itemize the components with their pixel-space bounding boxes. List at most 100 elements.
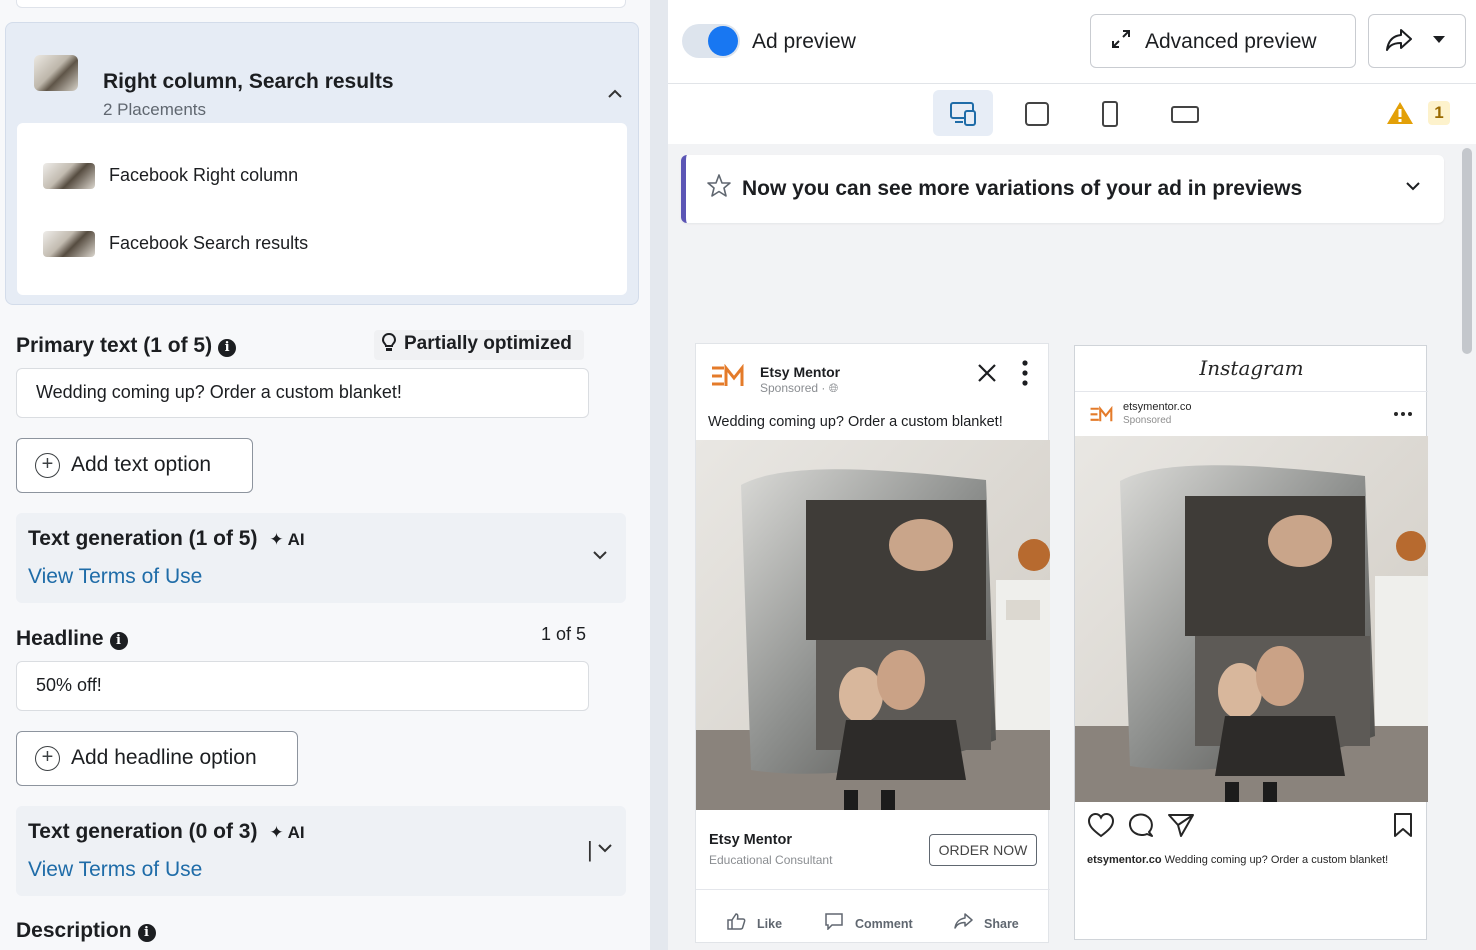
ai-label: AI [287,530,305,549]
previous-section-edge [16,0,626,8]
placement-item-thumbnail [43,231,95,257]
ai-sparkle-icon: ✦ AI [269,530,305,549]
phone-icon [1102,101,1118,127]
notice-message: Now you can see more variations of your … [742,177,1303,200]
ai-label: AI [287,823,305,842]
share-arrow-icon [1385,27,1413,60]
placement-group-card: Right column, Search results 2 Placement… [5,22,639,305]
multi-device-icon [950,102,976,126]
fb-sponsored-label: Sponsored · 🌐︎ [760,381,838,396]
caret-down-icon [1431,31,1447,52]
text-generation-title-text: Text generation (1 of 5) [28,527,258,550]
comment-button[interactable]: Comment [824,912,913,935]
headline-label-text: Headline [16,627,104,650]
ig-action-bar [1087,812,1417,842]
chevron-up-icon[interactable] [604,85,626,107]
advanced-preview-label: Advanced preview [1145,30,1317,53]
toggle-knob [708,26,738,56]
placement-item-thumbnail [43,163,95,189]
fb-action-bar: Like Comment Share [696,889,1050,944]
text-generation-title: Text generation (1 of 5) ✦ AI [28,527,305,551]
headline-count: 1 of 5 [541,624,587,644]
add-headline-option-button[interactable]: + Add headline option [16,731,298,786]
advanced-preview-button[interactable]: Advanced preview [1090,14,1356,68]
placement-item-right-column[interactable]: Facebook Right column [43,161,443,189]
info-icon[interactable]: i [218,339,237,357]
ig-sponsored-label: Sponsored [1123,415,1172,426]
comment-icon [824,913,849,934]
add-headline-option-label: Add headline option [71,746,257,769]
ig-caption-handle[interactable]: etsymentor.co [1087,854,1162,866]
multi-device-view-button[interactable] [933,90,993,136]
primary-text-label: Primary text (1 of 5) i [16,334,237,358]
globe-icon: 🌐︎ [828,381,839,395]
etsy-mentor-logo [710,363,750,396]
lightbulb-icon [381,332,397,358]
warning-icon[interactable] [1386,100,1414,133]
device-switcher: 1 [668,84,1476,144]
chevron-down-icon[interactable] [591,546,609,569]
placement-item-label: Facebook Right column [109,165,299,185]
text-cursor: | [587,837,593,862]
fb-footer-category: Educational Consultant [709,853,833,867]
square-view-button[interactable] [1007,90,1067,136]
chevron-down-icon[interactable] [596,839,614,862]
heart-icon[interactable] [1087,812,1115,838]
placement-thumbnail [34,55,78,91]
info-icon[interactable]: i [137,924,156,942]
chevron-down-icon[interactable] [1404,177,1422,200]
preview-scrollbar[interactable] [1462,148,1472,354]
more-options-icon[interactable] [1022,360,1028,386]
terms-of-use-link[interactable]: View Terms of Use [28,858,202,882]
info-icon[interactable]: i [109,632,128,650]
etsy-mentor-logo [1089,405,1117,429]
primary-text-label-text: Primary text (1 of 5) [16,334,213,357]
optimization-badge: Partially optimized [374,330,584,360]
description-label: Description i [16,919,156,943]
ig-handle[interactable]: etsymentor.co [1123,401,1191,413]
ig-header: Instagram [1075,346,1428,392]
terms-of-use-link[interactable]: View Terms of Use [28,565,202,589]
fb-page-name[interactable]: Etsy Mentor [760,364,840,380]
placement-count: 2 Placements [103,100,206,119]
placement-item-search-results[interactable]: Facebook Search results [43,229,443,257]
close-icon[interactable] [976,362,998,391]
like-label: Like [757,917,783,931]
plus-circle-icon: + [35,746,60,771]
fb-ad-primary-text: Wedding coming up? Order a custom blanke… [708,414,1003,430]
square-icon [1025,102,1049,126]
fb-ad-image[interactable] [696,440,1050,810]
preview-variations-notice[interactable]: Now you can see more variations of your … [681,155,1444,223]
text-generation-panel[interactable]: Text generation (1 of 5) ✦ AI View Terms … [16,513,626,603]
primary-text-input[interactable]: Wedding coming up? Order a custom blanke… [16,368,589,418]
share-icon [953,913,978,934]
landscape-icon [1171,106,1199,123]
ad-preview-toggle[interactable] [682,24,740,58]
ig-ad-image[interactable] [1075,436,1428,802]
ai-sparkle-icon: ✦ AI [269,823,305,842]
facebook-ad-preview: Etsy Mentor Sponsored · 🌐︎ Wedding comin… [695,343,1050,944]
placement-item-label: Facebook Search results [109,233,309,253]
preview-toolbar: Ad preview Advanced preview [668,0,1476,84]
mobile-view-button[interactable] [1080,90,1140,136]
add-text-option-button[interactable]: + Add text option [16,438,253,493]
bookmark-icon[interactable] [1391,812,1415,838]
panel-divider[interactable] [650,0,668,950]
description-label-text: Description [16,919,132,942]
text-generation-panel[interactable]: Text generation (0 of 3) ✦ AI View Terms … [16,806,626,896]
like-button[interactable]: Like [726,912,782,935]
send-icon[interactable] [1167,812,1195,838]
more-options-icon[interactable] [1393,401,1413,422]
headline-input[interactable]: 50% off! [16,661,589,711]
order-now-button[interactable]: ORDER NOW [929,834,1037,866]
warning-count-badge: 1 [1428,101,1450,125]
headline-label: Headline i [16,627,128,651]
comment-icon[interactable] [1127,812,1155,838]
ad-preview-panel: Ad preview Advanced preview 1 Now you ca… [668,0,1476,950]
share-button[interactable] [1368,14,1466,68]
share-post-button[interactable]: Share [953,912,1019,935]
landscape-view-button[interactable] [1154,90,1214,136]
expand-icon [1111,29,1131,55]
instagram-logo: Instagram [1199,356,1304,380]
comment-label: Comment [855,917,913,931]
